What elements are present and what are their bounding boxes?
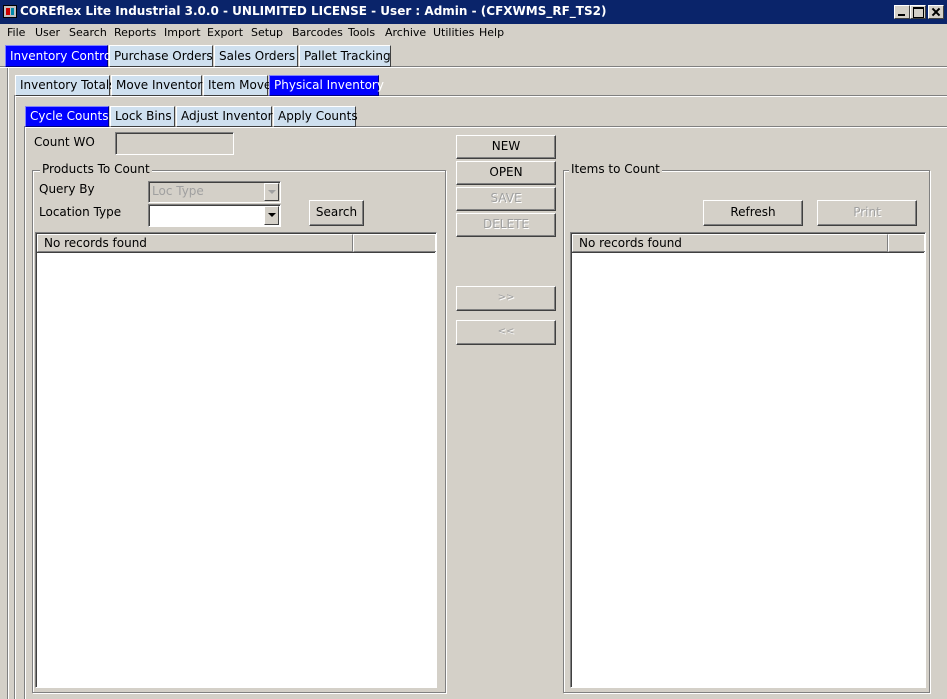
new-button[interactable]: NEW [456, 135, 556, 159]
items-to-count-title: Items to Count [569, 162, 662, 176]
delete-button[interactable]: DELETE [456, 213, 556, 237]
refresh-button[interactable]: Refresh [703, 200, 803, 226]
chevron-down-icon [264, 183, 279, 201]
menu-utilities[interactable]: Utilities [433, 26, 474, 39]
products-table-header: No records found [37, 234, 436, 253]
app-icon[interactable] [3, 5, 17, 18]
panel-border-left [24, 127, 26, 699]
open-button[interactable]: OPEN [456, 161, 556, 185]
menu-barcodes[interactable]: Barcodes [292, 26, 343, 39]
menu-bar: File User Search Reports Import Export S… [0, 24, 947, 42]
tab-cycle-counts[interactable]: Cycle Counts [25, 106, 109, 127]
chevron-down-icon[interactable] [264, 206, 279, 225]
panel-border-left [14, 96, 16, 699]
query-by-select: Loc Type [148, 181, 281, 203]
tab-adjust-inventory[interactable]: Adjust Inventory [176, 106, 280, 127]
menu-setup[interactable]: Setup [251, 26, 283, 39]
tab-apply-counts[interactable]: Apply Counts [273, 106, 358, 127]
items-table[interactable]: No records found [570, 232, 926, 688]
menu-file[interactable]: File [7, 26, 25, 39]
menu-archive[interactable]: Archive [385, 26, 426, 39]
tab-pallet-tracking[interactable]: Pallet Tracking [299, 45, 391, 67]
move-left-button[interactable]: << [456, 320, 556, 345]
count-wo-field [115, 132, 234, 155]
query-by-label: Query By [39, 182, 95, 196]
window-title: COREflex Lite Industrial 3.0.0 - UNLIMIT… [20, 4, 607, 18]
tab-purchase-orders[interactable]: Purchase Orders [109, 45, 213, 67]
location-type-label: Location Type [39, 205, 122, 219]
menu-export[interactable]: Export [207, 26, 243, 39]
menu-tools[interactable]: Tools [348, 26, 375, 39]
products-table-column-header[interactable] [353, 234, 436, 252]
minimize-button[interactable] [894, 5, 910, 19]
search-button[interactable]: Search [309, 200, 364, 226]
move-right-button[interactable]: >> [456, 286, 556, 311]
title-bar[interactable]: COREflex Lite Industrial 3.0.0 - UNLIMIT… [0, 0, 947, 24]
tab-move-inventory[interactable]: Move Inventory [111, 75, 209, 96]
products-to-count-title: Products To Count [40, 162, 152, 176]
items-table-column-header[interactable] [888, 234, 925, 252]
products-table-column-header[interactable]: No records found [37, 234, 353, 252]
query-by-value: Loc Type [152, 184, 204, 198]
menu-reports[interactable]: Reports [114, 26, 156, 39]
tab-physical-inventory[interactable]: Physical Inventory [269, 75, 384, 96]
menu-search[interactable]: Search [69, 26, 107, 39]
tab-item-move[interactable]: Item Move [203, 75, 271, 96]
panel-border-left [7, 68, 9, 699]
maximize-button[interactable] [910, 5, 926, 19]
tab-lock-bins[interactable]: Lock Bins [110, 106, 175, 127]
menu-import[interactable]: Import [164, 26, 201, 39]
print-button[interactable]: Print [817, 200, 917, 226]
items-table-column-header[interactable]: No records found [572, 234, 888, 252]
location-type-select[interactable] [148, 204, 281, 227]
products-table[interactable]: No records found [35, 232, 437, 688]
menu-help[interactable]: Help [479, 26, 504, 39]
count-wo-label: Count WO [34, 135, 95, 149]
tab-sales-orders[interactable]: Sales Orders [214, 45, 298, 67]
tab-inventory-totals[interactable]: Inventory Totals [15, 75, 115, 96]
close-button[interactable] [928, 5, 944, 19]
tab-inventory-control[interactable]: Inventory Control [5, 45, 115, 67]
items-table-header: No records found [572, 234, 925, 253]
save-button[interactable]: SAVE [456, 187, 556, 211]
menu-user[interactable]: User [35, 26, 60, 39]
